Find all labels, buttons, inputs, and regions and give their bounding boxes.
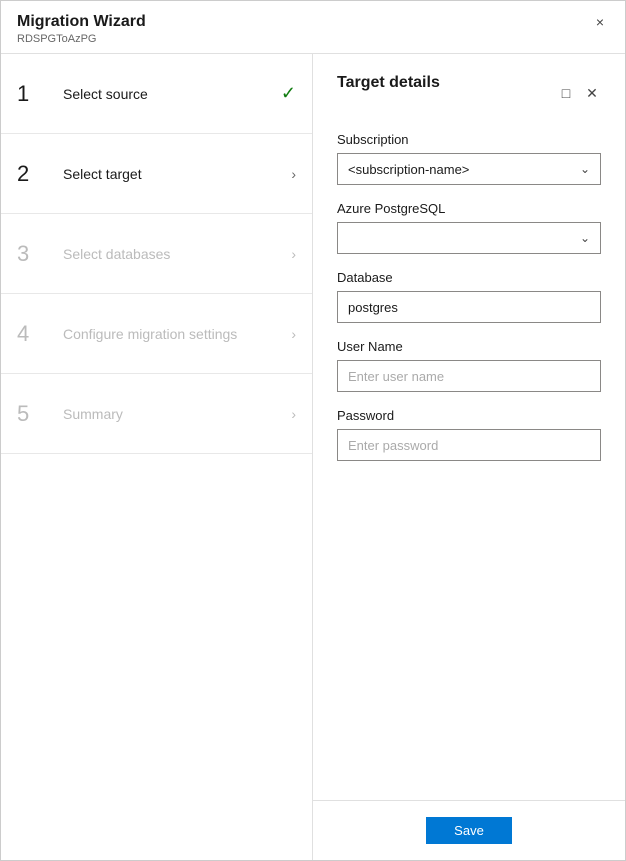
database-input[interactable]	[337, 291, 601, 323]
right-header-row: Target details □ ✕	[337, 74, 601, 112]
title-bar-left: Migration Wizard RDSPGToAzPG	[17, 13, 591, 45]
close-right-button[interactable]: ✕	[583, 84, 601, 102]
step-1-label: Select source	[63, 86, 273, 102]
password-label: Password	[337, 408, 601, 423]
step-1-number: 1	[17, 81, 45, 107]
step-5[interactable]: 5 Summary ›	[1, 374, 312, 454]
step-3-chevron-icon: ›	[291, 246, 296, 262]
right-content: Target details □ ✕ Subscription <subscri…	[313, 54, 625, 800]
database-label: Database	[337, 270, 601, 285]
database-field-group: Database	[337, 270, 601, 323]
step-3[interactable]: 3 Select databases ›	[1, 214, 312, 294]
azure-postgresql-select[interactable]: ⌄	[337, 222, 601, 254]
close-button[interactable]: ×	[591, 13, 609, 31]
subscription-label: Subscription	[337, 132, 601, 147]
right-panel: Target details □ ✕ Subscription <subscri…	[313, 54, 625, 860]
title-bar: Migration Wizard RDSPGToAzPG ×	[1, 1, 625, 54]
window-subtitle: RDSPGToAzPG	[17, 33, 591, 45]
right-footer: Save	[313, 800, 625, 860]
step-3-label: Select databases	[63, 246, 283, 262]
step-4-chevron-icon: ›	[291, 326, 296, 342]
right-panel-title: Target details	[337, 74, 440, 92]
username-field-group: User Name	[337, 339, 601, 392]
password-field-group: Password	[337, 408, 601, 461]
main-layout: 1 Select source ✓ 2 Select target › 3 Se…	[1, 54, 625, 860]
azure-postgresql-label: Azure PostgreSQL	[337, 201, 601, 216]
step-1-check-icon: ✓	[281, 83, 296, 104]
left-panel: 1 Select source ✓ 2 Select target › 3 Se…	[1, 54, 313, 860]
left-spacer	[1, 454, 312, 860]
step-5-chevron-icon: ›	[291, 406, 296, 422]
save-button[interactable]: Save	[426, 817, 512, 844]
step-3-number: 3	[17, 241, 45, 267]
username-label: User Name	[337, 339, 601, 354]
username-input[interactable]	[337, 360, 601, 392]
title-bar-controls: ×	[591, 13, 609, 31]
azure-postgresql-field-group: Azure PostgreSQL ⌄	[337, 201, 601, 254]
step-2[interactable]: 2 Select target ›	[1, 134, 312, 214]
migration-wizard-window: Migration Wizard RDSPGToAzPG × 1 Select …	[0, 0, 626, 861]
step-5-label: Summary	[63, 406, 283, 422]
maximize-button[interactable]: □	[557, 84, 575, 102]
window-title: Migration Wizard	[17, 13, 591, 31]
step-2-label: Select target	[63, 166, 283, 182]
step-5-number: 5	[17, 401, 45, 427]
subscription-field-group: Subscription <subscription-name> ⌄	[337, 132, 601, 185]
azure-postgresql-dropdown-icon: ⌄	[580, 231, 590, 245]
step-4-label: Configure migration settings	[63, 326, 283, 342]
step-4[interactable]: 4 Configure migration settings ›	[1, 294, 312, 374]
step-1[interactable]: 1 Select source ✓	[1, 54, 312, 134]
subscription-value: <subscription-name>	[348, 162, 580, 177]
step-4-number: 4	[17, 321, 45, 347]
password-input[interactable]	[337, 429, 601, 461]
step-2-number: 2	[17, 161, 45, 187]
subscription-dropdown-icon: ⌄	[580, 162, 590, 176]
right-header-controls: □ ✕	[557, 84, 601, 102]
subscription-select[interactable]: <subscription-name> ⌄	[337, 153, 601, 185]
step-2-chevron-icon: ›	[291, 166, 296, 182]
